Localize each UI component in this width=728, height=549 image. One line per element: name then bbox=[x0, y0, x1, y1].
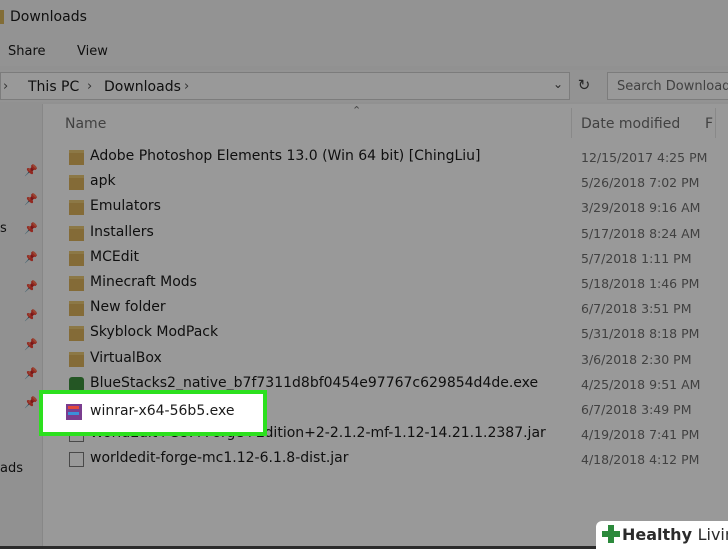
file-date-modified: 4/18/2018 4:12 PM bbox=[581, 452, 700, 468]
pin-icon[interactable]: 📌 bbox=[24, 396, 38, 409]
nav-item-label[interactable]: ads bbox=[0, 461, 23, 476]
file-date-modified: 12/15/2017 4:25 PM bbox=[581, 150, 708, 165]
pin-icon[interactable]: 📌 bbox=[24, 164, 38, 177]
title-bar: Downloads bbox=[0, 0, 728, 36]
file-date-modified: 6/7/2018 3:51 PM bbox=[581, 301, 692, 317]
breadcrumb-downloads[interactable]: Downloads bbox=[104, 79, 181, 95]
search-placeholder: Search Downloads bbox=[617, 79, 728, 94]
file-name: BlueStacks2_native_b7f7311d8bf0454e97767… bbox=[90, 374, 539, 391]
column-header-date-modified[interactable]: Date modified bbox=[581, 116, 680, 132]
file-date-modified: 4/19/2018 7:41 PM bbox=[581, 427, 700, 443]
highlighted-file[interactable]: winrar-x64-56b5.exe bbox=[39, 390, 267, 436]
jar-file-icon bbox=[69, 452, 84, 468]
folder-icon bbox=[69, 301, 84, 317]
pin-icon[interactable]: 📌 bbox=[24, 309, 38, 322]
file-date-modified: 5/17/2018 8:24 AM bbox=[581, 225, 701, 241]
file-date-modified: 3/6/2018 2:30 PM bbox=[581, 351, 692, 367]
refresh-icon[interactable]: ↻ bbox=[574, 76, 594, 96]
file-date-modified: 5/26/2018 7:02 PM bbox=[581, 175, 700, 191]
file-name: New folder bbox=[90, 299, 166, 316]
pin-icon[interactable]: 📌 bbox=[24, 251, 38, 264]
file-date-modified: 3/29/2018 9:16 AM bbox=[581, 200, 701, 216]
column-divider[interactable] bbox=[571, 108, 572, 138]
folder-icon bbox=[69, 276, 84, 291]
folder-icon bbox=[69, 150, 84, 165]
folder-icon bbox=[69, 351, 84, 367]
file-row[interactable]: MCEdit 5/7/2018 1:11 PM bbox=[63, 246, 728, 271]
file-date-modified: 5/18/2018 1:46 PM bbox=[581, 276, 700, 291]
file-row[interactable]: VirtualBox 3/6/2018 2:30 PM bbox=[63, 347, 728, 372]
pin-icon[interactable]: 📌 bbox=[24, 222, 38, 235]
column-divider[interactable] bbox=[715, 108, 716, 138]
highlighted-file-name: winrar-x64-56b5.exe bbox=[90, 403, 235, 419]
pin-icon[interactable]: 📌 bbox=[24, 367, 38, 380]
tab-view[interactable]: View bbox=[77, 44, 108, 59]
file-row[interactable]: Minecraft Mods 5/18/2018 1:46 PM bbox=[63, 271, 728, 296]
chevron-right-icon[interactable]: › bbox=[184, 79, 189, 94]
file-row[interactable]: New folder 6/7/2018 3:51 PM bbox=[63, 296, 728, 321]
file-name: worldedit-forge-mc1.12-6.1.8-dist.jar bbox=[90, 450, 349, 467]
nav-item-label[interactable]: s bbox=[0, 221, 7, 236]
navigation-pane: 📌 📌 📌 📌 📌 📌 📌 📌 📌 s ads bbox=[0, 104, 43, 546]
pin-icon[interactable]: 📌 bbox=[24, 193, 38, 206]
file-row[interactable]: Skyblock ModPack 5/31/2018 8:18 PM bbox=[63, 321, 728, 346]
watermark: Healthy Living bbox=[596, 521, 728, 549]
file-row[interactable]: apk 5/26/2018 7:02 PM bbox=[63, 170, 728, 195]
file-date-modified: 5/31/2018 8:18 PM bbox=[581, 326, 700, 342]
pin-icon[interactable]: 📌 bbox=[24, 338, 38, 351]
file-row[interactable]: worldedit-forge-mc1.12-6.1.8-dist.jar 4/1… bbox=[63, 447, 728, 472]
folder-icon bbox=[0, 10, 4, 24]
folder-icon bbox=[69, 200, 84, 216]
file-row[interactable]: Adobe Photoshop Elements 13.0 (Win 64 bi… bbox=[63, 145, 728, 170]
file-list: ⌃ Name Date modified F Adobe Photoshop E… bbox=[43, 104, 728, 546]
file-name: apk bbox=[90, 173, 116, 190]
file-row[interactable]: Emulators 3/29/2018 9:16 AM bbox=[63, 195, 728, 220]
address-bar[interactable]: › This PC › Downloads › ⌄ bbox=[0, 72, 570, 100]
file-name: Emulators bbox=[90, 198, 161, 215]
window-title: Downloads bbox=[10, 9, 87, 25]
column-header-name[interactable]: Name bbox=[65, 116, 106, 132]
folder-icon bbox=[69, 175, 84, 191]
watermark-text: Healthy Living bbox=[622, 525, 728, 544]
column-header-next[interactable]: F bbox=[705, 116, 713, 132]
breadcrumb-this-pc[interactable]: This PC bbox=[28, 79, 79, 95]
chevron-right-icon: › bbox=[3, 79, 9, 94]
file-date-modified: 5/7/2018 1:11 PM bbox=[581, 250, 692, 266]
folder-icon bbox=[69, 225, 84, 241]
file-name: Minecraft Mods bbox=[90, 274, 197, 290]
file-date-modified: 4/25/2018 9:51 AM bbox=[581, 376, 701, 392]
file-name: Adobe Photoshop Elements 13.0 (Win 64 bi… bbox=[90, 148, 481, 164]
pin-icon[interactable]: 📌 bbox=[24, 280, 38, 293]
chevron-down-icon[interactable]: ⌄ bbox=[553, 77, 563, 91]
sort-up-icon: ⌃ bbox=[352, 104, 362, 117]
file-name: MCEdit bbox=[90, 248, 139, 265]
address-row: › This PC › Downloads › ⌄ ↻ Search Downl… bbox=[0, 70, 728, 102]
plus-cross-icon bbox=[602, 525, 620, 543]
chevron-right-icon[interactable]: › bbox=[87, 79, 92, 94]
file-row[interactable]: Installers 5/17/2018 8:24 AM bbox=[63, 221, 728, 246]
folder-icon bbox=[69, 326, 84, 342]
file-explorer-window: Downloads Share View › This PC › Downloa… bbox=[0, 0, 728, 546]
file-date-modified: 6/7/2018 3:49 PM bbox=[581, 402, 692, 417]
file-name: Installers bbox=[90, 223, 154, 240]
folder-icon bbox=[69, 250, 84, 266]
tab-share[interactable]: Share bbox=[8, 44, 46, 59]
file-name: Skyblock ModPack bbox=[90, 324, 219, 341]
winrar-icon bbox=[66, 404, 82, 420]
ribbon: Share View bbox=[0, 36, 728, 66]
search-input[interactable]: Search Downloads bbox=[607, 72, 728, 100]
file-name: VirtualBox bbox=[90, 349, 162, 366]
